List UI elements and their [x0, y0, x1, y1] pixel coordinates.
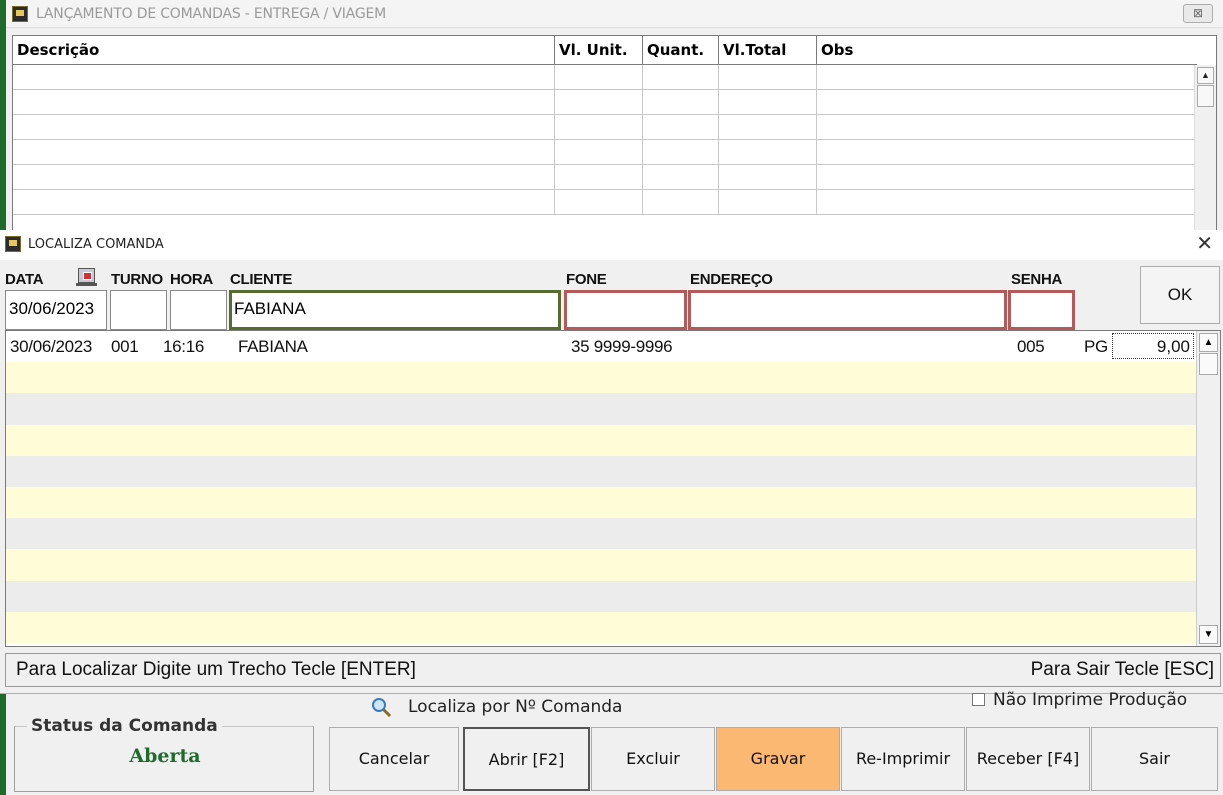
result-hora: 16:16: [163, 337, 205, 356]
col-descricao[interactable]: Descrição: [13, 36, 555, 64]
items-grid[interactable]: Descrição Vl. Unit. Quant. Vl.Total Obs …: [12, 35, 1217, 235]
col-obs[interactable]: Obs: [817, 36, 1197, 64]
excluir-button[interactable]: Excluir: [591, 727, 715, 791]
items-grid-scrollbar[interactable]: ▲: [1194, 65, 1216, 235]
table-row[interactable]: [13, 140, 1194, 165]
abrir-button[interactable]: Abrir [F2]: [463, 727, 590, 791]
cliente-field[interactable]: FABIANA: [229, 290, 561, 330]
table-row[interactable]: [13, 90, 1194, 115]
result-turno: 001: [111, 337, 139, 356]
calendar-icon[interactable]: [76, 268, 97, 286]
scroll-thumb[interactable]: [1197, 85, 1214, 107]
main-window-close-button[interactable]: ⊠: [1183, 4, 1213, 23]
label-hora: HORA: [170, 271, 213, 288]
gravar-label: Gravar: [750, 749, 806, 768]
status-hint-localizar: Para Localizar Digite um Trecho Tecle [E…: [16, 659, 416, 680]
sair-label: Sair: [1139, 749, 1170, 768]
label-data: DATA: [5, 271, 44, 288]
items-grid-rows: [13, 65, 1194, 215]
scroll-up-icon[interactable]: ▲: [1199, 333, 1218, 352]
table-row[interactable]: [13, 165, 1194, 190]
results-list[interactable]: 30/06/2023 001 16:16 FABIANA 35 9999-999…: [5, 330, 1221, 647]
turno-field[interactable]: [110, 290, 167, 330]
excluir-label: Excluir: [626, 749, 680, 768]
col-quant[interactable]: Quant.: [643, 36, 719, 64]
label-turno: TURNO: [111, 271, 163, 288]
table-row[interactable]: [13, 65, 1194, 90]
label-senha: SENHA: [1011, 271, 1063, 288]
endereco-field[interactable]: [688, 290, 1007, 330]
status-badge: Aberta: [129, 745, 201, 767]
status-hint-sair: Para Sair Tecle [ESC]: [1030, 659, 1214, 680]
list-item[interactable]: [6, 424, 1220, 456]
result-cliente: FABIANA: [238, 337, 308, 356]
table-row[interactable]: [13, 190, 1194, 215]
list-item[interactable]: [6, 518, 1220, 550]
close-icon[interactable]: ✕: [1196, 233, 1213, 255]
reimprimir-button[interactable]: Re-Imprimir: [841, 727, 965, 791]
ok-button[interactable]: OK: [1140, 266, 1220, 324]
screen: LANÇAMENTO DE COMANDAS - ENTREGA / VIAGE…: [0, 0, 1223, 795]
fone-field[interactable]: [564, 290, 687, 330]
nao-imprime-producao-checkbox[interactable]: Não Imprime Produção: [972, 690, 1187, 710]
label-fone: FONE: [566, 271, 607, 288]
result-fone: 35 9999-9996: [571, 337, 673, 356]
results-scrollbar[interactable]: ▲ ▼: [1196, 331, 1220, 646]
scroll-down-icon[interactable]: ▼: [1199, 625, 1218, 644]
cancelar-label: Cancelar: [358, 749, 430, 768]
hora-field[interactable]: [170, 290, 227, 330]
senha-field[interactable]: [1008, 290, 1075, 330]
label-endereco: ENDEREÇO: [690, 271, 773, 288]
result-data: 30/06/2023: [10, 337, 93, 356]
dialog-title: LOCALIZA COMANDA: [28, 237, 164, 252]
gravar-button[interactable]: Gravar: [716, 727, 840, 791]
localiza-por-comanda-link[interactable]: Localiza por Nº Comanda: [370, 697, 622, 717]
data-field[interactable]: 30/06/2023: [5, 290, 107, 330]
receber-button[interactable]: Receber [F4]: [966, 727, 1090, 791]
list-item[interactable]: [6, 393, 1220, 425]
items-grid-header: Descrição Vl. Unit. Quant. Vl.Total Obs: [13, 36, 1197, 65]
scroll-up-icon[interactable]: ▲: [1197, 67, 1214, 84]
dialog-status-bar: Para Localizar Digite um Trecho Tecle [E…: [5, 653, 1221, 687]
status-comanda-group: Status da Comanda Aberta: [14, 716, 314, 792]
main-window-title: LANÇAMENTO DE COMANDAS - ENTREGA / VIAGE…: [36, 6, 386, 22]
result-status: PG: [1084, 337, 1108, 356]
list-item[interactable]: [6, 455, 1220, 487]
result-valor: 9,00: [1112, 333, 1194, 359]
list-item[interactable]: 30/06/2023 001 16:16 FABIANA 35 9999-999…: [6, 331, 1220, 363]
list-item[interactable]: [6, 486, 1220, 519]
dialog-titlebar: LOCALIZA COMANDA ✕: [0, 230, 1223, 260]
status-legend: Status da Comanda: [27, 716, 222, 736]
list-item[interactable]: [6, 611, 1220, 643]
localiza-comanda-dialog: LOCALIZA COMANDA ✕ DATA TURNO HORA CLIEN…: [0, 230, 1223, 694]
reimprimir-label: Re-Imprimir: [855, 749, 951, 768]
nao-imprime-label: Não Imprime Produção: [993, 690, 1188, 710]
list-item[interactable]: [6, 362, 1220, 394]
main-window-titlebar: LANÇAMENTO DE COMANDAS - ENTREGA / VIAGE…: [6, 0, 1223, 28]
col-vl-unit[interactable]: Vl. Unit.: [555, 36, 643, 64]
label-cliente: CLIENTE: [230, 271, 293, 288]
abrir-label: Abrir [F2]: [488, 750, 565, 769]
list-item[interactable]: [6, 549, 1220, 581]
app-icon: [5, 236, 21, 252]
localiza-label: Localiza por Nº Comanda: [408, 697, 623, 717]
col-vl-total[interactable]: Vl.Total: [719, 36, 817, 64]
cancelar-button[interactable]: Cancelar: [329, 727, 459, 791]
checkbox-box[interactable]: [972, 693, 985, 706]
receber-label: Receber [F4]: [976, 749, 1080, 768]
scroll-thumb[interactable]: [1199, 353, 1218, 375]
list-item[interactable]: [6, 580, 1220, 612]
app-icon: [12, 6, 28, 22]
table-row[interactable]: [13, 115, 1194, 140]
sair-button[interactable]: Sair: [1091, 727, 1218, 791]
result-senha: 005: [1017, 337, 1045, 356]
